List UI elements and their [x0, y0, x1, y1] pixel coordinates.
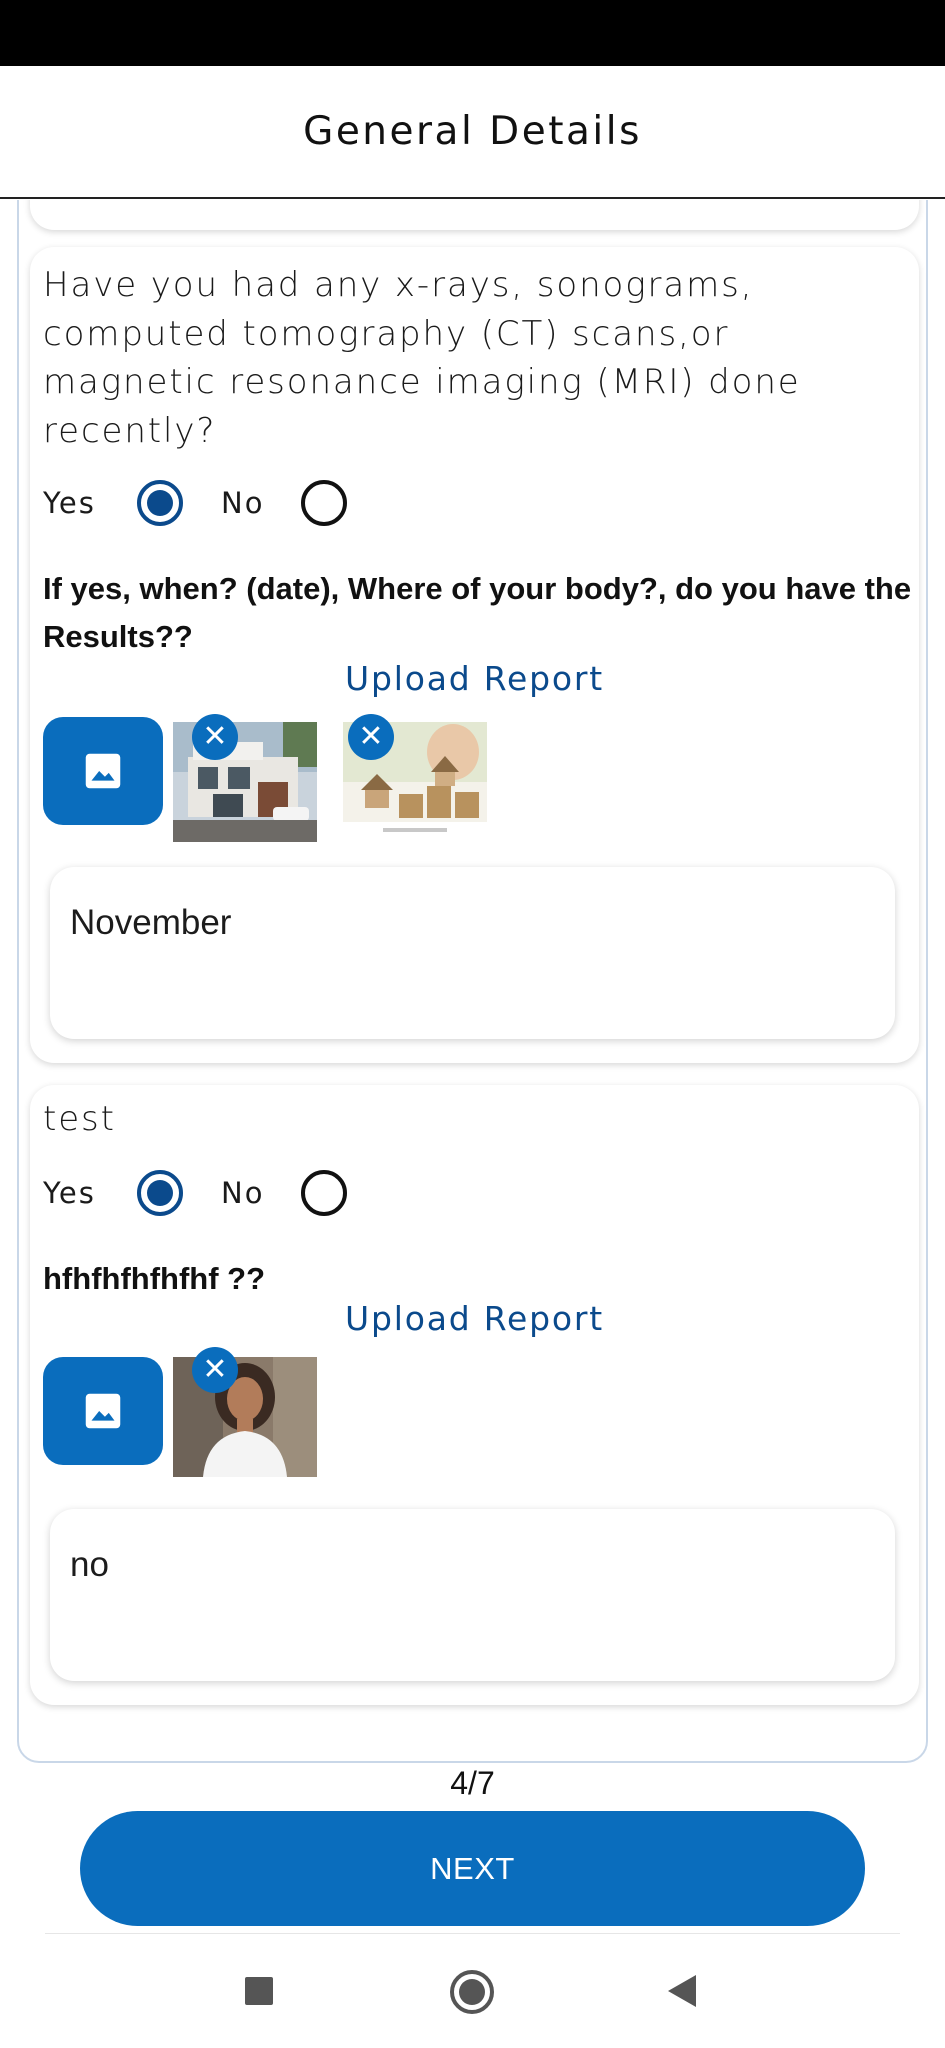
radio-dot: [147, 490, 173, 516]
remove-attachment-button[interactable]: ✕: [192, 1347, 238, 1393]
system-nav-bar: [0, 1945, 945, 2048]
upload-report-link[interactable]: Upload Report: [30, 1299, 919, 1338]
answer-value: no: [70, 1545, 109, 1584]
yes-no-radio-group: Yes No: [43, 1169, 347, 1217]
question-text: Have you had any x-rays, sonograms, comp…: [43, 265, 801, 451]
add-image-button[interactable]: [43, 1357, 163, 1465]
question-card: Have you had any x-rays, sonograms, comp…: [30, 247, 919, 1063]
yes-no-radio-group: Yes No: [43, 479, 347, 527]
next-button[interactable]: NEXT: [80, 1811, 865, 1926]
divider: [45, 1933, 900, 1934]
question-card: test Yes No hfhfhfhfhfhf ?? Upload Repor…: [30, 1085, 919, 1705]
answer-value: November: [70, 903, 232, 942]
upload-report-link[interactable]: Upload Report: [30, 659, 919, 698]
close-icon: ✕: [358, 719, 384, 754]
page-indicator: 4/7: [450, 1765, 495, 1801]
form-container: Have you had any x-rays, sonograms, comp…: [17, 200, 928, 1763]
no-radio[interactable]: [301, 480, 347, 526]
remove-attachment-button[interactable]: ✕: [348, 714, 394, 760]
question-text: test: [43, 1099, 116, 1139]
image-icon: [85, 1393, 121, 1429]
home-circle-icon[interactable]: [449, 1969, 495, 2015]
followup-question: hfhfhfhfhfhf ??: [43, 1261, 266, 1296]
close-icon: ✕: [202, 719, 228, 754]
radio-dot: [147, 1180, 173, 1206]
image-icon: [85, 753, 121, 789]
remove-attachment-button[interactable]: ✕: [192, 714, 238, 760]
recents-square-icon[interactable]: [243, 1975, 275, 2007]
app-header: General Details: [0, 66, 945, 199]
followup-question: If yes, when? (date), Where of your body…: [43, 571, 912, 654]
form-scroll-area[interactable]: Have you had any x-rays, sonograms, comp…: [17, 200, 928, 1764]
answer-textarea[interactable]: no: [50, 1509, 895, 1681]
no-label: No: [221, 1176, 265, 1210]
no-radio[interactable]: [301, 1170, 347, 1216]
yes-label: Yes: [43, 1176, 96, 1210]
yes-label: Yes: [43, 486, 96, 520]
add-image-button[interactable]: [43, 717, 163, 825]
answer-textarea[interactable]: November: [50, 867, 895, 1039]
status-bar: [0, 0, 945, 66]
yes-radio[interactable]: [137, 480, 183, 526]
back-triangle-icon[interactable]: [666, 1973, 698, 2009]
page-title: General Details: [303, 109, 642, 154]
yes-radio[interactable]: [137, 1170, 183, 1216]
no-label: No: [221, 486, 265, 520]
close-icon: ✕: [202, 1352, 228, 1387]
previous-question-card: [30, 200, 919, 230]
